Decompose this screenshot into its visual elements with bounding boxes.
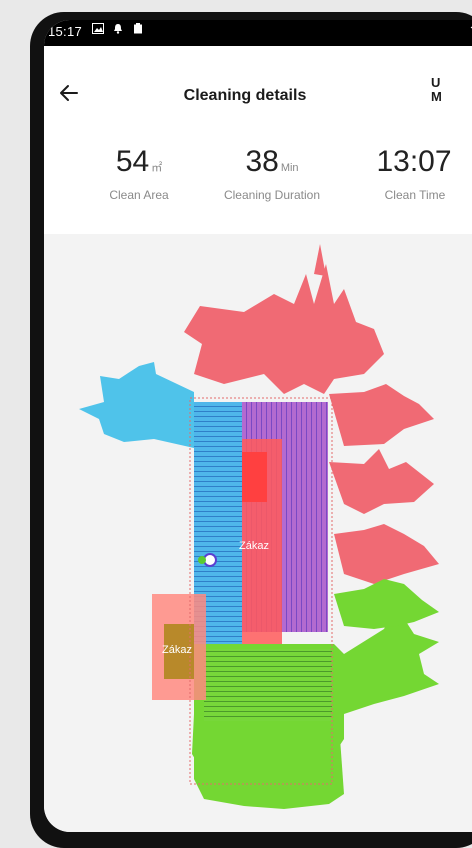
green-room-bottom <box>194 724 344 809</box>
header-action[interactable]: U M <box>431 76 442 104</box>
stat-clean-area: 54 ㎡ Clean Area <box>79 144 199 202</box>
status-bar: 15:17 <box>44 20 472 46</box>
stats-row: 54 ㎡ Clean Area 38 Min Cleaning Duration 1… <box>44 144 472 234</box>
stat-cleaning-duration: 38 Min Cleaning Duration <box>212 144 332 202</box>
pink-room-right-3 <box>334 524 439 584</box>
stat-label: Clean Time <box>384 188 446 202</box>
stat-unit: ㎡ <box>151 162 163 174</box>
status-time: 15:17 <box>48 24 83 39</box>
status-icons <box>92 23 144 34</box>
pink-room-right-1 <box>329 384 434 446</box>
pink-room-right-2 <box>329 449 434 514</box>
zone-label-left-text: Zákaz <box>162 644 192 656</box>
notification-icon <box>114 24 122 34</box>
stat-value: 54 <box>115 145 150 178</box>
app-header: Cleaning details U M <box>44 46 472 144</box>
green-room-right-spikes <box>334 579 439 629</box>
image-icon <box>92 23 104 34</box>
blue-room-left <box>79 362 194 448</box>
zone-label-center-text: Zákaz <box>239 540 269 552</box>
map-canvas <box>79 244 439 809</box>
stat-label: Cleaning Duration <box>223 188 321 202</box>
stat-clean-time: 13:07 Clean Time <box>355 144 472 202</box>
robot-start-icon <box>198 556 206 564</box>
app-screen: 15:17 Cleaning details U M 54 ㎡ Clean Are… <box>44 20 472 832</box>
stat-unit: Min <box>280 162 299 174</box>
green-striped-floor <box>204 649 332 721</box>
stat-value: 13:07 <box>376 145 452 178</box>
nogo-zone-dark <box>242 452 267 502</box>
pink-room-top <box>184 244 384 394</box>
cleaning-map[interactable]: Zákaz Zákaz <box>44 234 472 832</box>
page-title: Cleaning details <box>183 87 307 104</box>
stat-label: Clean Area <box>109 188 169 202</box>
clipboard-icon <box>134 23 142 34</box>
stat-value: 38 <box>245 145 279 178</box>
